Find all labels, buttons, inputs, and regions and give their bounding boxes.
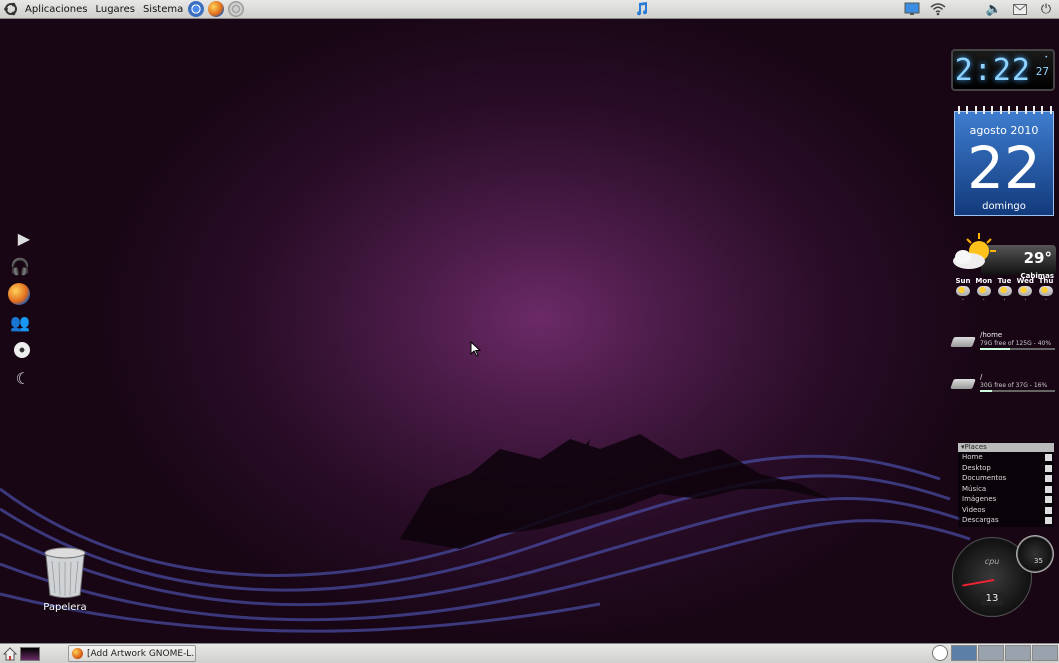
- disk-usage-bar: [980, 348, 1055, 350]
- wifi-icon[interactable]: [930, 1, 946, 17]
- bottom-panel: [Add Artwork GNOME-L...: [0, 643, 1059, 663]
- sun-cloud-icon: [953, 233, 996, 269]
- workspace-1[interactable]: [951, 645, 977, 661]
- place-videos[interactable]: Videos: [958, 505, 1054, 516]
- place-documentos[interactable]: Documentos: [958, 473, 1054, 484]
- ubuntu-logo-icon[interactable]: [3, 1, 19, 17]
- power-icon[interactable]: ⏻: [1038, 1, 1054, 17]
- disk-mount: /: [980, 373, 983, 381]
- place-descargas[interactable]: Descargas: [958, 515, 1054, 526]
- disk-info: 79G free of 125G - 40%: [980, 340, 1052, 347]
- top-panel: Aplicaciones Lugares Sistema 🔈 ⏻: [0, 0, 1059, 19]
- moon-icon[interactable]: ☾: [0, 364, 34, 392]
- clock-widget: • 2:22 27: [951, 49, 1055, 91]
- weather-temperature: 29°: [1023, 249, 1052, 267]
- users-icon[interactable]: 👥: [0, 308, 34, 336]
- calendar-widget: agosto 2010 22 domingo: [954, 106, 1054, 216]
- display-icon[interactable]: [904, 1, 920, 17]
- disk-home: /home 79G free of 125G - 40%: [950, 331, 1056, 355]
- clock-icon[interactable]: [932, 645, 948, 661]
- workspace-4[interactable]: [1032, 645, 1058, 661]
- forecast-day: Tue ·: [997, 277, 1012, 302]
- gauge-value: 13: [981, 593, 1003, 605]
- task-label: [Add Artwork GNOME-L...: [87, 648, 196, 659]
- mouse-cursor-icon: [470, 341, 482, 357]
- wallpaper-waves: [0, 434, 971, 633]
- place-imagenes[interactable]: Imágenes: [958, 494, 1054, 505]
- forecast-day: Mon ·: [975, 277, 993, 302]
- disk-usage-bar: [980, 390, 1055, 392]
- drive-icon: [950, 379, 976, 389]
- disk-info: 30G free of 37G - 16%: [980, 382, 1048, 389]
- disk-mount: /home: [980, 331, 1003, 339]
- workspace-3[interactable]: [1005, 645, 1031, 661]
- firefox-icon[interactable]: [0, 280, 34, 308]
- menu-lugares[interactable]: Lugares: [91, 4, 138, 15]
- help-icon[interactable]: [228, 1, 244, 17]
- forecast-day: Wed ·: [1016, 277, 1034, 302]
- menu-sistema[interactable]: Sistema: [139, 4, 187, 15]
- small-gauge: 35: [1016, 535, 1054, 573]
- trash[interactable]: Papelera: [38, 547, 92, 613]
- workspace-thumbnail[interactable]: [20, 646, 40, 661]
- system-tray: 🔈 ⏻: [899, 1, 1059, 17]
- mail-icon[interactable]: [1012, 1, 1028, 17]
- place-desktop[interactable]: Desktop: [958, 463, 1054, 474]
- firefox-icon: [72, 648, 83, 659]
- menu-aplicaciones[interactable]: Aplicaciones: [21, 4, 91, 15]
- disk-root: / 30G free of 37G - 16%: [950, 373, 1056, 397]
- play-icon[interactable]: ▶: [0, 224, 34, 252]
- weather-forecast: Sun · Mon · Tue · Wed · Thu ·: [953, 277, 1056, 302]
- chromium-icon[interactable]: [188, 1, 204, 17]
- places-header[interactable]: ▾Places: [958, 443, 1054, 452]
- clock-time: 2:22: [954, 53, 1031, 88]
- place-home[interactable]: Home: [958, 452, 1054, 463]
- volume-icon[interactable]: 🔈: [986, 1, 1002, 17]
- headphones-icon[interactable]: 🎧: [0, 252, 34, 280]
- trash-label: Papelera: [43, 602, 87, 613]
- show-desktop-icon[interactable]: [2, 646, 18, 662]
- calendar-rings: [955, 106, 1055, 114]
- music-note-icon[interactable]: [633, 1, 649, 17]
- firefox-icon[interactable]: [208, 1, 224, 17]
- desktop[interactable]: ▶ 🎧 👥 ☾ Papelera • 2:22 27 agosto 2010 2…: [0, 19, 1059, 643]
- drive-icon: [950, 337, 976, 347]
- launcher-group: [188, 1, 244, 17]
- clock-seconds: 27: [1035, 65, 1049, 78]
- gauge-needle: [962, 579, 995, 587]
- main-menu: Aplicaciones Lugares Sistema: [3, 1, 187, 17]
- taskbar-item-firefox[interactable]: [Add Artwork GNOME-L...: [68, 645, 196, 662]
- forecast-day: Sun ·: [955, 277, 971, 302]
- places-widget: ▾Places Home Desktop Documentos Música I…: [958, 443, 1054, 527]
- workspace-switcher: [950, 645, 1058, 661]
- small-gauge-value: 35: [1034, 557, 1043, 565]
- calendar-weekday: domingo: [982, 201, 1026, 212]
- calendar-day: 22: [967, 134, 1041, 202]
- clock-indicator: •: [1044, 54, 1048, 61]
- weather-widget: 29° Cabimas Sun · Mon · Tue · Wed · Thu ·: [953, 233, 1056, 309]
- trash-icon: [44, 547, 86, 598]
- place-musica[interactable]: Música: [958, 484, 1054, 495]
- disc-icon[interactable]: [0, 336, 34, 364]
- left-dock: ▶ 🎧 👥 ☾: [0, 224, 34, 392]
- forecast-day: Thu ·: [1038, 277, 1054, 302]
- workspace-2[interactable]: [978, 645, 1004, 661]
